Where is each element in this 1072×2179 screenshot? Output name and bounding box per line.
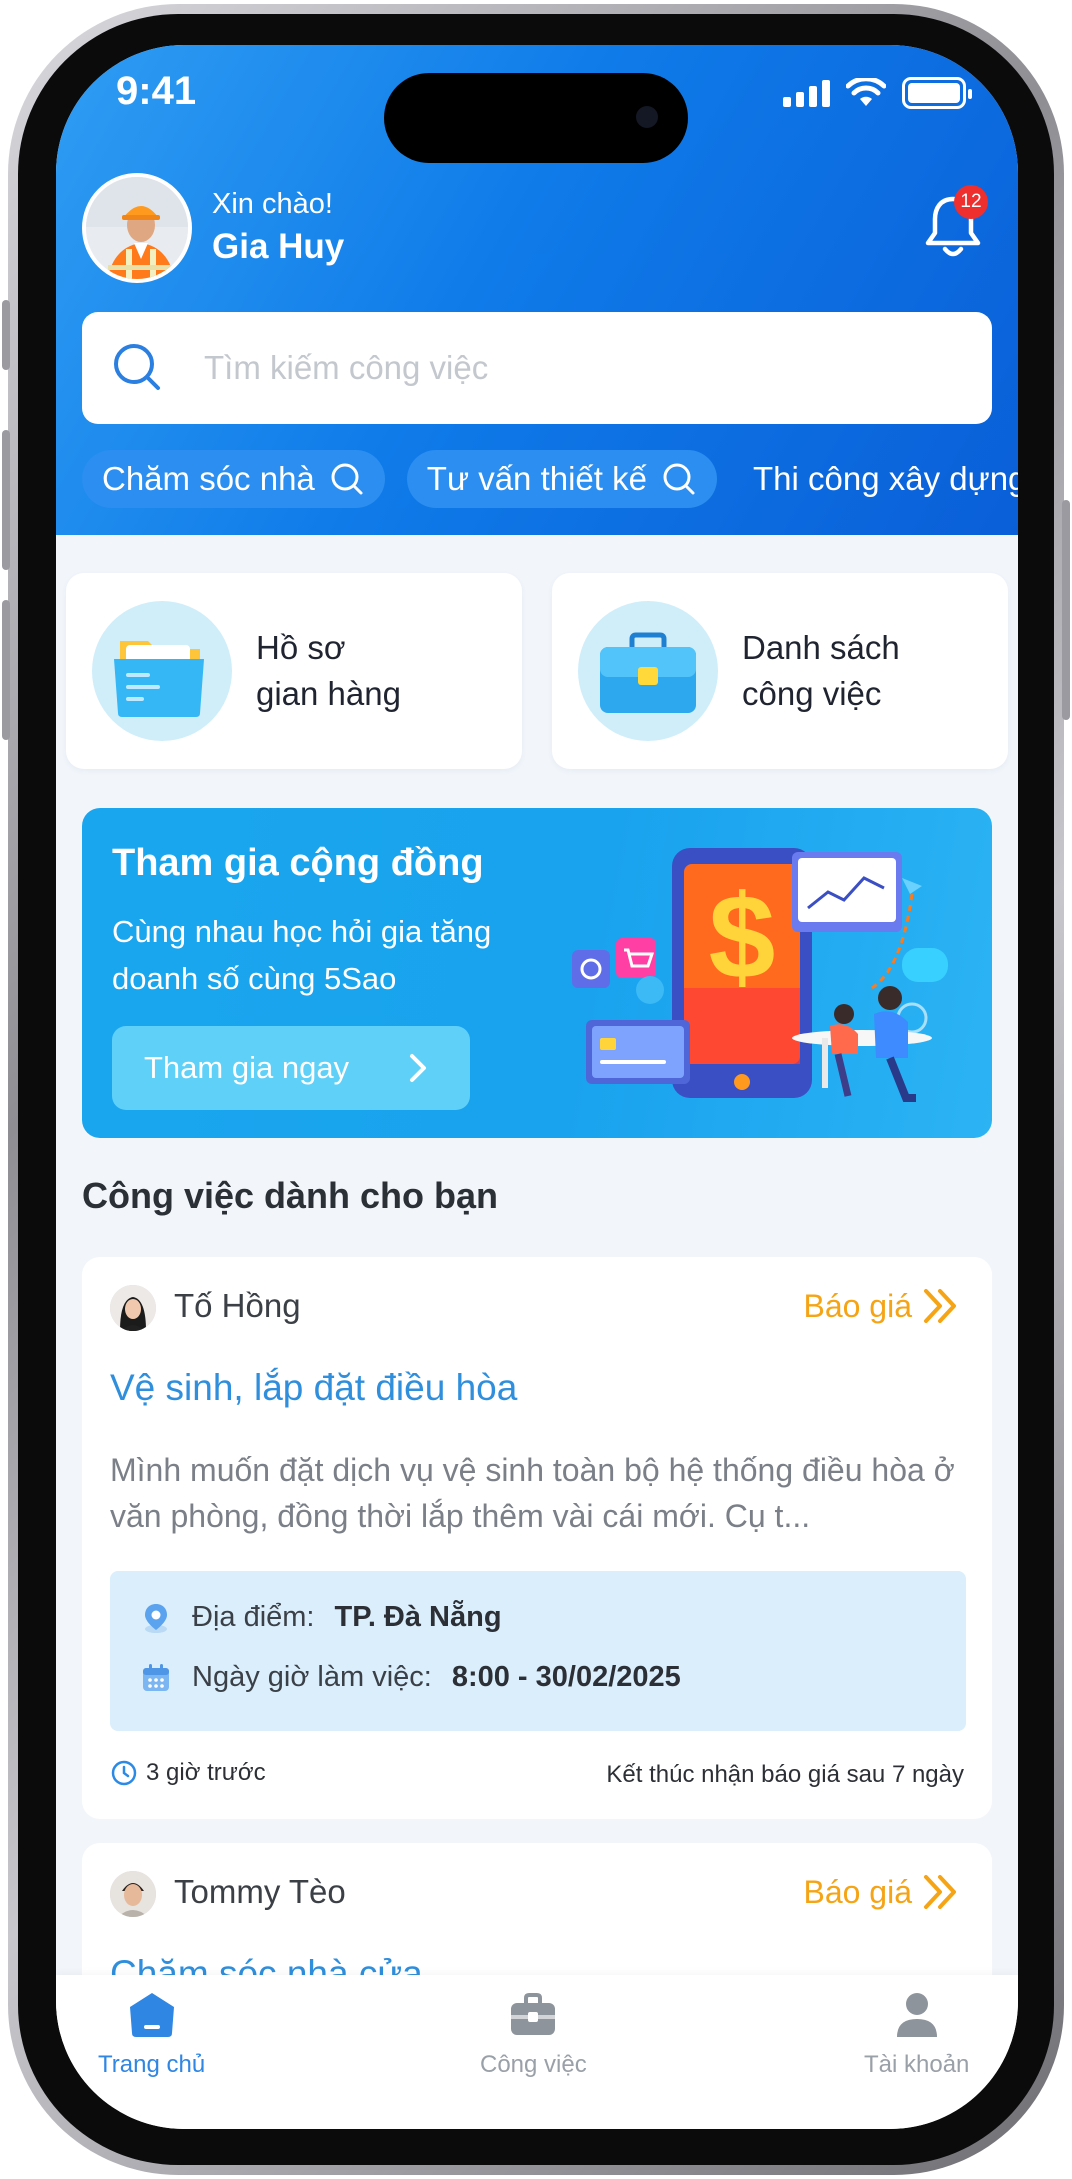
label-line: gian hàng <box>256 675 401 712</box>
app-screen: 9:41 Xin chào! Gia Huy 12 Tìm kiếm công … <box>56 45 1018 2129</box>
tab-label: Trang chủ <box>98 2051 206 2078</box>
tab-label: Công việc <box>480 2051 587 2078</box>
work-time-value: 8:00 - 30/02/2025 <box>451 1661 681 1693</box>
poster-name: Tommy Tèo <box>174 1873 346 1910</box>
quote-label: Báo giá <box>803 1873 912 1910</box>
status-icons <box>783 77 972 109</box>
finance-illustration-icon: $ <box>572 848 948 1102</box>
poster-avatar <box>110 1285 156 1331</box>
worker-avatar-icon <box>86 177 188 279</box>
user-icon <box>896 1993 937 2037</box>
quote-button[interactable]: Báo giá <box>803 1287 962 1325</box>
tab-bar: Trang chủ Công việc Tài khoản <box>56 1975 1018 2129</box>
notification-badge: 12 <box>954 185 988 219</box>
status-time: 9:41 <box>116 69 197 113</box>
volume-down-button <box>2 600 10 740</box>
search-icon <box>663 463 695 495</box>
wifi-icon <box>846 78 886 106</box>
mute-switch <box>2 300 10 370</box>
work-time-label: Ngày giờ làm việc: <box>192 1661 432 1693</box>
home-icon <box>129 1993 174 2037</box>
quote-label: Báo giá <box>803 1287 912 1324</box>
search-input[interactable] <box>204 349 904 387</box>
job-card[interactable]: Tố Hồng Báo giá Vệ sinh, lắp đặt điều hò… <box>82 1257 992 1819</box>
label-line: công việc <box>742 675 882 712</box>
job-title[interactable]: Vệ sinh, lắp đặt điều hòa <box>110 1367 517 1409</box>
job-list-card[interactable]: Danh sách công việc <box>552 573 1008 769</box>
banner-description: Cùng nhau học hỏi gia tăng doanh số cùng… <box>112 914 492 996</box>
quote-button[interactable]: Báo giá <box>803 1873 962 1911</box>
tab-home[interactable]: Trang chủ <box>98 1989 205 2079</box>
location-row: Địa điểm: TP. Đà Nẵng <box>140 1601 502 1634</box>
clock-icon <box>111 1760 137 1786</box>
location-value: TP. Đà Nẵng <box>334 1601 502 1633</box>
job-list-label: Danh sách công việc <box>742 625 900 717</box>
chip-cham-soc-nha[interactable]: Chăm sóc nhà <box>82 450 385 508</box>
community-banner[interactable]: Tham gia cộng đồng Cùng nhau học hỏi gia… <box>82 808 992 1138</box>
join-now-label: Tham gia ngay <box>144 1050 350 1085</box>
chip-label: Chăm sóc nhà <box>102 460 315 497</box>
woman-avatar-icon <box>110 1285 156 1331</box>
briefcase-icon-bg <box>578 601 718 741</box>
quote-deadline: Kết thúc nhận báo giá sau 7 ngày <box>606 1761 964 1788</box>
store-profile-card[interactable]: Hồ sơ gian hàng <box>66 573 522 769</box>
chip-thi-cong-xay-dung[interactable]: Thi công xây dựng <box>739 450 1018 508</box>
user-avatar[interactable] <box>82 173 192 283</box>
job-info-box: Địa điểm: TP. Đà Nẵng Ngày giờ làm việc:… <box>110 1571 966 1731</box>
chip-label: Thi công xây dựng <box>752 460 1018 497</box>
folder-icon-bg <box>92 601 232 741</box>
folder-icon <box>114 641 204 717</box>
search-icon <box>114 344 160 390</box>
briefcase-icon <box>511 1993 556 2035</box>
search-icon <box>331 463 363 495</box>
poster-avatar <box>110 1871 156 1917</box>
cellular-signal-icon <box>783 79 830 107</box>
dynamic-island <box>384 73 688 163</box>
briefcase-icon <box>600 632 696 713</box>
double-chevron-right-icon <box>924 1875 956 1909</box>
volume-up-button <box>2 430 10 570</box>
poster-name: Tố Hồng <box>174 1287 301 1324</box>
svg-text:$: $ <box>709 870 776 1004</box>
location-label: Địa điểm: <box>192 1601 315 1633</box>
posted-time-text: 3 giờ trước <box>146 1759 266 1786</box>
power-button <box>1062 500 1070 720</box>
banner-title: Tham gia cộng đồng <box>112 842 484 884</box>
man-avatar-icon <box>110 1871 156 1917</box>
work-time-row: Ngày giờ làm việc: 8:00 - 30/02/2025 <box>140 1661 681 1694</box>
join-now-button[interactable]: Tham gia ngay <box>112 1026 470 1110</box>
calendar-icon <box>143 1663 169 1691</box>
location-pin-icon <box>145 1603 167 1633</box>
section-title: Công việc dành cho bạn <box>82 1175 499 1216</box>
job-description: Mình muốn đặt dịch vụ vệ sinh toàn bộ hệ… <box>110 1452 955 1534</box>
header: 9:41 Xin chào! Gia Huy 12 Tìm kiếm công … <box>56 45 1018 535</box>
chip-tu-van-thiet-ke[interactable]: Tư vấn thiết kế <box>406 450 717 508</box>
store-profile-label: Hồ sơ gian hàng <box>256 625 401 717</box>
camera-icon <box>636 106 658 128</box>
label-line: Danh sách <box>742 629 900 666</box>
greeting-text: Xin chào! <box>212 188 333 220</box>
tab-label: Tài khoản <box>864 2051 970 2078</box>
posted-time: 3 giờ trước <box>110 1759 266 1787</box>
battery-icon <box>902 77 972 109</box>
tab-jobs[interactable]: Công việc <box>480 1989 587 2079</box>
label-line: Hồ sơ <box>256 629 346 666</box>
tab-account[interactable]: Tài khoản <box>864 1989 969 2079</box>
chevron-right-icon <box>410 1054 426 1082</box>
user-name: Gia Huy <box>212 227 345 266</box>
category-chips: Chăm sóc nhà Tư vấn thiết kế Thi công xâ… <box>82 450 1018 520</box>
search-bar[interactable] <box>82 312 992 424</box>
double-chevron-right-icon <box>924 1289 956 1323</box>
chip-label: Tư vấn thiết kế <box>426 460 647 497</box>
